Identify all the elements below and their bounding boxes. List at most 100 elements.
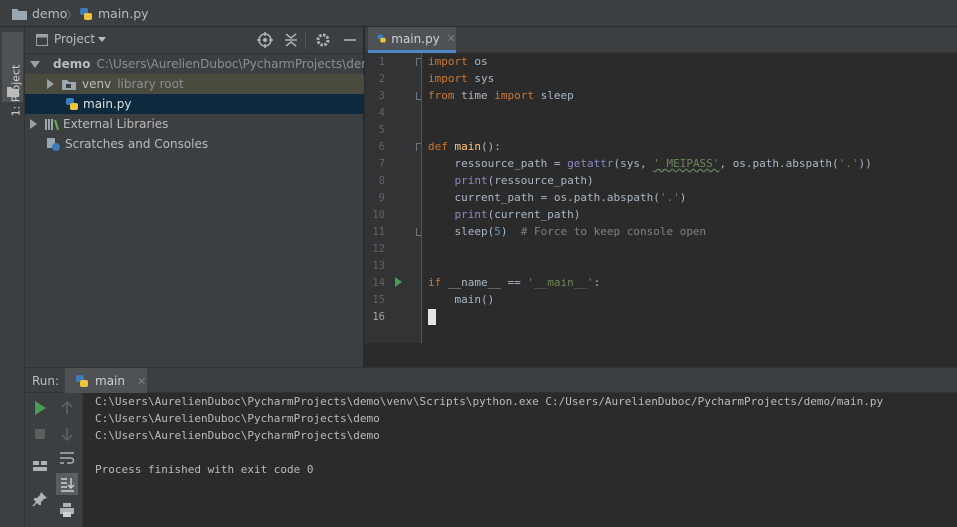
toolbar-divider [305, 31, 306, 49]
tree-item-scratches[interactable]: Scratches and Consoles [25, 134, 364, 154]
close-icon[interactable]: ✕ [447, 32, 456, 45]
keyword-token: def [428, 140, 448, 153]
expand-arrow-icon[interactable] [30, 60, 40, 68]
chevron-down-icon[interactable] [98, 37, 106, 42]
editor-tab-label: main.py [391, 31, 440, 46]
restore-layout-icon[interactable] [31, 457, 49, 475]
operator-token: = [547, 157, 568, 170]
operator-token: = [533, 191, 554, 204]
keyword-token: import [494, 89, 534, 102]
up-arrow-icon[interactable] [58, 399, 76, 417]
builtin-token: getattr [567, 157, 614, 170]
scroll-to-end-icon [61, 478, 75, 492]
tree-item-main-py[interactable]: main.py [25, 94, 364, 114]
string-token: '.' [659, 191, 680, 204]
line-number: 14 [372, 277, 385, 289]
breadcrumb-project-label: demo [32, 6, 68, 21]
identifier-token: os [474, 55, 488, 68]
run-tab-main[interactable]: main ✕ [65, 368, 147, 394]
code-editor[interactable]: import os import sys from time import sl… [421, 53, 957, 343]
line-number: 10 [372, 209, 385, 221]
keyword-token: if [428, 276, 442, 289]
navigation-bar: demo 〉 main.py [0, 0, 957, 27]
print-icon[interactable] [58, 501, 76, 519]
identifier-token: sleep [454, 225, 488, 238]
identifier-token: main() [454, 293, 495, 306]
down-arrow-icon[interactable] [58, 425, 76, 443]
identifier-token: sleep [540, 89, 574, 102]
expand-arrow-icon[interactable] [30, 119, 37, 129]
code-line: import os [428, 53, 488, 70]
comment-token: # Force to keep console open [520, 225, 707, 238]
line-number: 11 [372, 226, 385, 238]
text-caret [428, 309, 436, 325]
identifier-token: sys [474, 72, 495, 85]
gear-icon[interactable] [314, 31, 332, 49]
scroll-to-end-toggle[interactable] [56, 473, 78, 495]
code-line: main() [428, 291, 495, 308]
breadcrumb-project[interactable]: demo [12, 0, 67, 27]
editor-tab-bar: main.py ✕ [365, 27, 957, 53]
collapse-all-icon[interactable] [282, 31, 300, 49]
hide-panel-icon[interactable] [341, 31, 359, 49]
string-token: '_MEIPASS' [653, 157, 720, 170]
expand-arrow-icon[interactable] [47, 79, 54, 89]
editor-empty-area [365, 343, 957, 367]
pin-icon[interactable] [31, 490, 49, 508]
editor-gutter: 1 2 3 4 5 6 7 8 9 10 11 12 13 14 15 16 [365, 53, 423, 343]
stop-icon[interactable] [31, 425, 49, 443]
number-token: 5 [494, 225, 501, 238]
run-toolbar [25, 393, 83, 527]
console-line: C:\Users\AurelienDuboc\PycharmProjects\d… [95, 395, 884, 408]
tree-item-label: demo [53, 57, 91, 71]
string-token: '__main__' [527, 276, 594, 289]
builtin-token: print [454, 174, 488, 187]
breadcrumb-file[interactable]: main.py [79, 0, 149, 27]
tree-item-demo[interactable]: demo C:\Users\AurelienDuboc\PycharmProje… [25, 54, 380, 74]
line-number: 8 [378, 175, 385, 187]
identifier-token: os.path.abspath( [732, 157, 839, 170]
code-line: if __name__ == '__main__': [428, 276, 601, 289]
keyword-token: from [428, 89, 455, 102]
tree-item-external-libraries[interactable]: External Libraries [25, 114, 364, 134]
project-view-icon [36, 34, 48, 46]
folder-icon [7, 87, 19, 97]
line-number: 3 [378, 90, 385, 102]
project-view-title[interactable]: Project [54, 32, 95, 46]
line-number: 9 [378, 192, 385, 204]
rerun-icon[interactable] [31, 399, 49, 417]
string-token: '.' [838, 157, 859, 170]
code-line: def main(): [428, 140, 501, 153]
breadcrumb-separator: 〉 [66, 8, 79, 22]
line-number: 5 [378, 124, 385, 136]
identifier-token: ressource_path [454, 157, 548, 170]
line-number: 2 [378, 73, 385, 85]
line-number-current: 16 [372, 311, 385, 323]
locate-file-icon[interactable] [256, 31, 274, 49]
run-tab-label: main [95, 374, 125, 388]
close-icon[interactable]: ✕ [137, 375, 146, 388]
line-number: 13 [372, 260, 385, 272]
project-tool-window-button[interactable]: 1: Project [2, 32, 23, 116]
console-line: C:\Users\AurelienDuboc\PycharmProjects\d… [95, 412, 380, 425]
line-number: 4 [378, 107, 385, 119]
run-panel-label: Run: [32, 374, 60, 388]
python-file-icon [377, 34, 386, 43]
console-output[interactable]: C:\Users\AurelienDuboc\PycharmProjects\d… [83, 393, 957, 527]
identifier-token: ressource_path [494, 174, 587, 187]
code-line: ressource_path = getattr(sys, '_MEIPASS'… [454, 157, 872, 170]
run-gutter-icon[interactable] [395, 277, 402, 287]
tree-item-venv[interactable]: venv library root [25, 74, 364, 94]
breadcrumb-file-label: main.py [98, 6, 149, 21]
code-line: import sys [428, 70, 494, 87]
code-line: sleep(5) # Force to keep console open [454, 225, 707, 238]
identifier-token: sys [620, 157, 640, 170]
code-line: from time import sleep [428, 87, 574, 104]
identifier-token: __name__ [447, 276, 501, 289]
identifier-token: current_path [454, 191, 534, 204]
soft-wrap-icon[interactable] [58, 449, 76, 467]
scratches-icon [47, 138, 60, 151]
keyword-token: import [428, 72, 468, 85]
run-panel-header: Run: main ✕ [25, 367, 957, 394]
editor-tab-main-py[interactable]: main.py ✕ [368, 27, 456, 53]
